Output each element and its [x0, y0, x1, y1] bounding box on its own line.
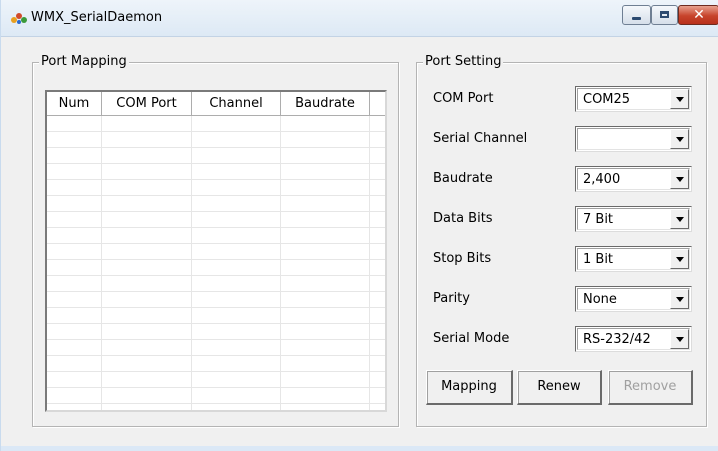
baudrate-label: Baudrate — [433, 171, 493, 186]
combo-frame: RS-232/42 — [577, 328, 690, 350]
column-header-com-port[interactable]: COM Port — [102, 92, 192, 116]
com-port-value: COM25 — [583, 92, 631, 107]
list-grid-column-line — [191, 116, 192, 410]
list-grid-row — [47, 148, 385, 164]
data-bits-select[interactable]: 7 Bit — [575, 206, 692, 232]
list-grid-row — [47, 196, 385, 212]
chevron-down-icon[interactable] — [670, 329, 689, 349]
column-header-channel[interactable]: Channel — [192, 92, 281, 116]
maximize-icon — [660, 11, 669, 18]
combo-frame: 1 Bit — [577, 248, 690, 270]
combo-frame — [577, 128, 690, 150]
parity-select[interactable]: None — [575, 286, 692, 312]
combo-frame: COM25 — [577, 88, 690, 110]
list-grid-row — [47, 276, 385, 292]
chevron-down-icon[interactable] — [670, 209, 689, 229]
close-button[interactable]: ✕ — [678, 5, 718, 25]
chevron-down-icon[interactable] — [670, 89, 689, 109]
serial-channel-select[interactable] — [575, 126, 692, 152]
list-grid-column-line — [280, 116, 281, 410]
serial-mode-value: RS-232/42 — [583, 332, 651, 347]
list-grid-row — [47, 372, 385, 388]
port-setting-title: Port Setting — [423, 53, 504, 71]
maximize-button[interactable] — [651, 5, 678, 25]
mapping-button[interactable]: Mapping — [426, 370, 513, 405]
chevron-down-icon[interactable] — [670, 129, 689, 149]
column-header-filler — [370, 92, 385, 116]
close-icon: ✕ — [693, 7, 705, 23]
list-grid-row — [47, 260, 385, 276]
com-port-label: COM Port — [433, 91, 494, 106]
column-header-num[interactable]: Num — [47, 92, 102, 116]
list-grid-row — [47, 244, 385, 260]
combo-frame: 7 Bit — [577, 208, 690, 230]
list-grid-row — [47, 116, 385, 132]
list-grid-row — [47, 292, 385, 308]
window-bottom-border — [1, 446, 718, 451]
remove-button[interactable]: Remove — [608, 370, 693, 405]
list-grid-row — [47, 356, 385, 372]
minimize-button[interactable] — [622, 5, 651, 25]
list-grid-row — [47, 340, 385, 356]
parity-value: None — [583, 292, 617, 307]
list-grid-column-line — [369, 116, 370, 410]
parity-label: Parity — [433, 291, 470, 306]
list-header: Num COM Port Channel Baudrate — [47, 92, 385, 116]
list-grid-row — [47, 324, 385, 340]
list-grid-row — [47, 212, 385, 228]
port-mapping-title: Port Mapping — [39, 53, 129, 71]
app-logo-icon — [11, 13, 27, 24]
list-grid-row — [47, 308, 385, 324]
combo-frame: None — [577, 288, 690, 310]
serial-mode-select[interactable]: RS-232/42 — [575, 326, 692, 352]
serial-mode-label: Serial Mode — [433, 331, 510, 346]
chevron-down-icon[interactable] — [670, 169, 689, 189]
list-grid-row — [47, 132, 385, 148]
column-header-baudrate[interactable]: Baudrate — [281, 92, 370, 116]
serial-channel-label: Serial Channel — [433, 131, 528, 146]
port-mapping-list[interactable]: Num COM Port Channel Baudrate — [45, 90, 387, 412]
stop-bits-value: 1 Bit — [583, 252, 614, 267]
chevron-down-icon[interactable] — [670, 289, 689, 309]
renew-button[interactable]: Renew — [517, 370, 602, 405]
list-grid-row — [47, 164, 385, 180]
combo-frame: 2,400 — [577, 168, 690, 190]
stop-bits-label: Stop Bits — [433, 251, 492, 266]
baudrate-select[interactable]: 2,400 — [575, 166, 692, 192]
stop-bits-select[interactable]: 1 Bit — [575, 246, 692, 272]
list-grid-row — [47, 388, 385, 404]
list-grid-row — [47, 228, 385, 244]
data-bits-label: Data Bits — [433, 211, 493, 226]
title-bar[interactable]: WMX_SerialDaemon ✕ — [1, 0, 718, 37]
app-window: WMX_SerialDaemon ✕ Port Mapping Num COM … — [0, 0, 718, 451]
port-mapping-group: Port Mapping Num COM Port Channel Baudra… — [32, 53, 399, 427]
com-port-select[interactable]: COM25 — [575, 86, 692, 112]
window-title: WMX_SerialDaemon — [31, 10, 163, 25]
chevron-down-icon[interactable] — [670, 249, 689, 269]
list-grid-row — [47, 180, 385, 196]
data-bits-value: 7 Bit — [583, 212, 614, 227]
list-grid-column-line — [101, 116, 102, 410]
list-grid-row — [47, 404, 385, 410]
baudrate-value: 2,400 — [583, 172, 621, 187]
minimize-icon — [632, 17, 641, 20]
